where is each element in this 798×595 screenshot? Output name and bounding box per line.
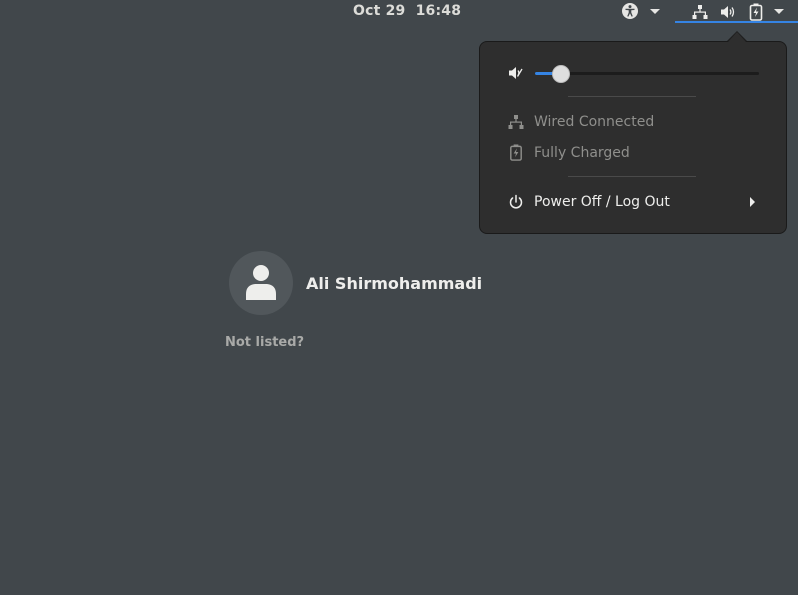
network-status-label: Wired Connected [534, 114, 655, 130]
network-status-item[interactable]: Wired Connected [480, 110, 786, 136]
power-icon [509, 194, 523, 209]
battery-charged-icon [510, 144, 522, 161]
volume-slider-handle[interactable] [552, 65, 570, 83]
chevron-down-icon [774, 9, 784, 14]
avatar-default-icon [246, 265, 276, 300]
audio-volume-icon [721, 6, 735, 18]
top-bar: Oct 29 16:48 [0, 0, 798, 24]
active-indicator [675, 21, 798, 23]
clock[interactable]: Oct 29 16:48 [353, 3, 461, 19]
battery-charging-icon [749, 3, 763, 21]
submenu-arrow-icon [750, 197, 755, 207]
user-name[interactable]: Ali Shirmohammadi [306, 274, 482, 293]
separator [568, 176, 696, 177]
power-off-log-out-item[interactable]: Power Off / Log Out [480, 190, 786, 216]
power-off-log-out-label: Power Off / Log Out [534, 194, 670, 210]
accessibility-menu[interactable] [622, 3, 666, 21]
user-avatar[interactable] [229, 251, 293, 315]
system-menu-popover: Wired Connected Fully Charged Power Off … [479, 32, 787, 234]
battery-status-item[interactable]: Fully Charged [480, 141, 786, 167]
battery-status-label: Fully Charged [534, 145, 630, 161]
network-wired-icon [692, 5, 708, 19]
separator [568, 96, 696, 97]
network-wired-icon [508, 115, 524, 129]
not-listed-button[interactable]: Not listed? [225, 335, 304, 350]
volume-slider[interactable] [535, 65, 759, 83]
popover-pointer-inner [728, 32, 746, 42]
chevron-down-icon [650, 9, 660, 14]
audio-volume-muted-icon[interactable] [508, 65, 524, 81]
accessibility-icon [622, 3, 638, 19]
